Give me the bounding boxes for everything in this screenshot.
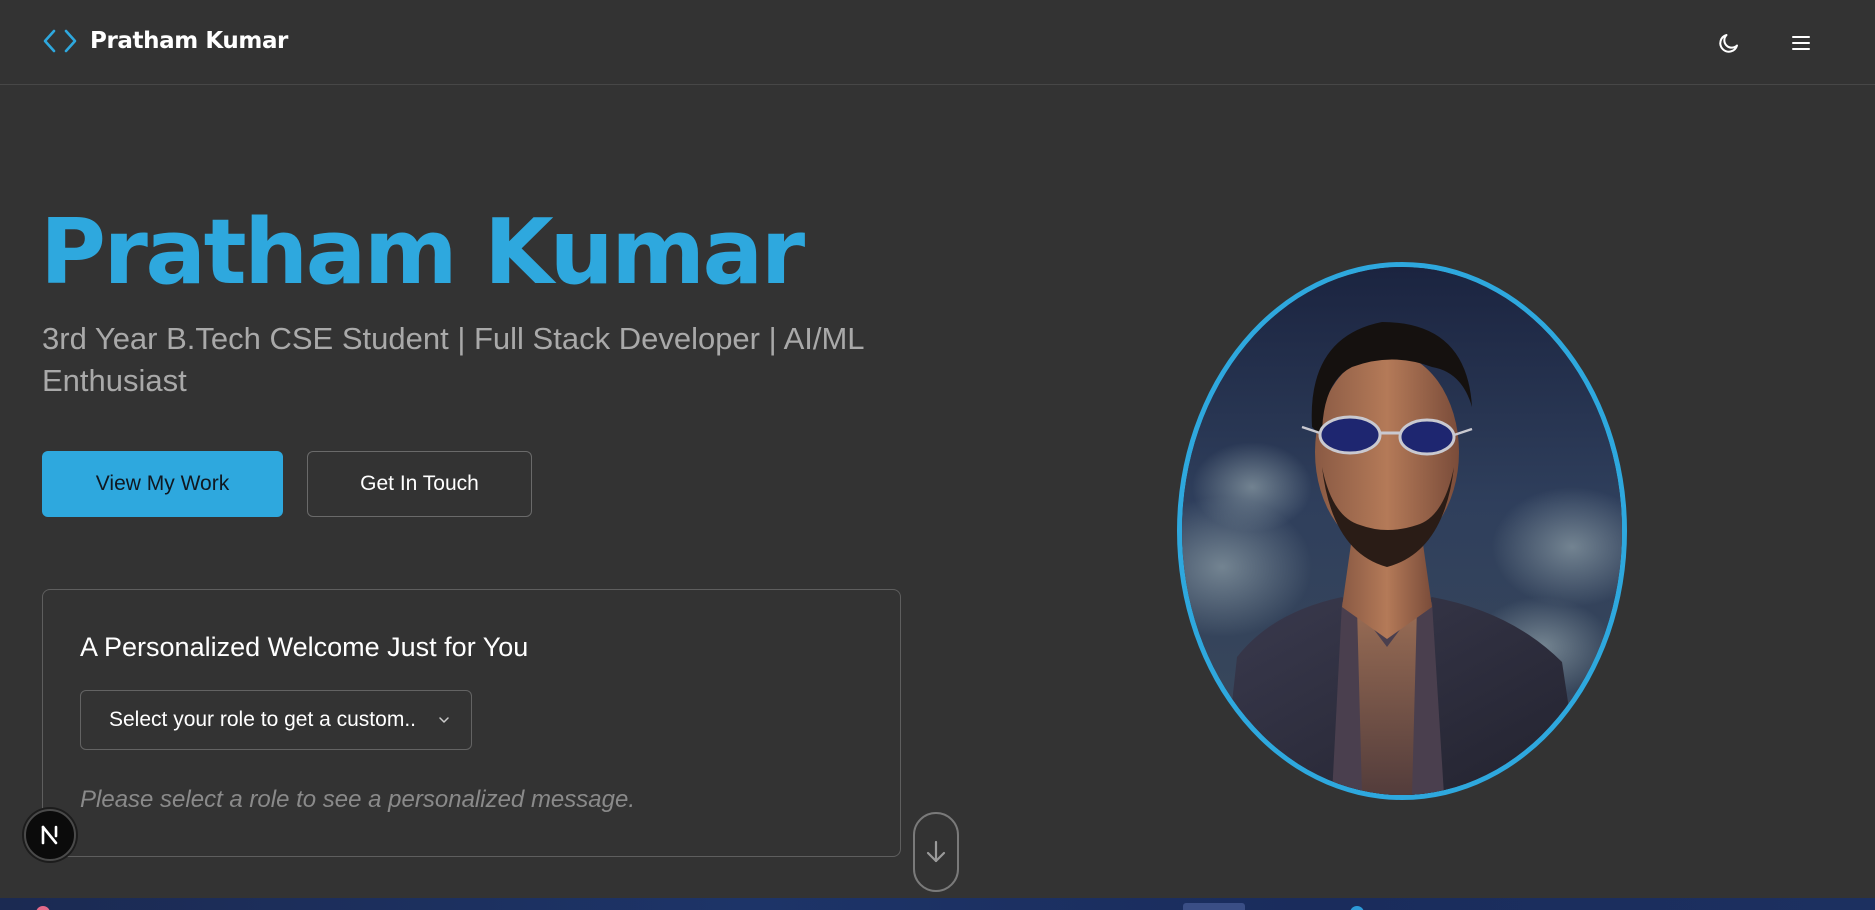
card-title: A Personalized Welcome Just for You [80,632,529,662]
role-select[interactable]: Select your role to get a custom.. [80,690,472,750]
nextjs-badge[interactable] [24,809,76,861]
taskbar-strip [0,898,1875,910]
menu-button[interactable] [1783,25,1819,61]
view-my-work-button[interactable]: View My Work [42,451,283,517]
hero-subtitle: 3rd Year B.Tech CSE Student | Full Stack… [42,321,864,398]
brand-link[interactable]: Pratham Kumar [42,26,288,56]
page: Pratham Kumar Pratham Kumar 3rd Year B.T… [0,0,1875,910]
get-in-touch-button[interactable]: Get In Touch [307,451,532,517]
brand-name: Pratham Kumar [90,28,289,54]
site-header: Pratham Kumar [0,0,1875,85]
role-select-value: Select your role to get a custom.. [109,708,416,731]
theme-toggle-button[interactable] [1711,25,1747,61]
chevron-down-icon [439,717,449,723]
personalized-message-hint: Please select a role to see a personaliz… [80,786,635,813]
scroll-down-button[interactable] [913,812,959,892]
personalized-welcome-card: A Personalized Welcome Just for You Sele… [42,589,901,857]
nextjs-logo-icon [41,825,58,845]
taskbar-app-tab[interactable] [1183,903,1245,910]
hero-title: Pratham Kumar [40,200,805,305]
code-brackets-icon [42,26,78,56]
moon-icon [1719,34,1738,53]
hamburger-menu-icon [1792,36,1810,50]
arrow-down-icon [926,840,946,863]
profile-photo [1177,262,1627,800]
